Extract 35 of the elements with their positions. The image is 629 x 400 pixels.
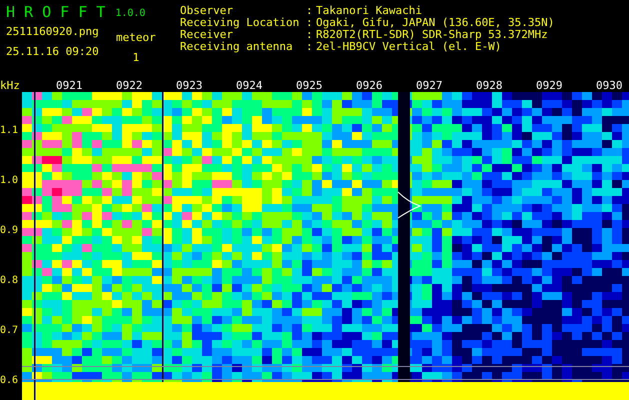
file-name: 2511160920.png [6, 26, 100, 38]
info-value: Ogaki, Gifu, JAPAN (136.60E, 35.35N) [316, 17, 554, 29]
timestamp: 25.11.16 09:20 [6, 46, 100, 58]
app-name: H R O F F T [6, 4, 106, 20]
meteor-count: 1 [132, 52, 140, 64]
app-version: 1.0.0 [115, 8, 146, 20]
time-label: 0924 [236, 80, 264, 92]
frequency-tick-label: 1.0 [0, 175, 18, 187]
info-label: Observer [180, 5, 234, 17]
time-label: 0921 [56, 80, 84, 92]
frequency-tick-label: 0.8 [0, 275, 18, 287]
time-label: 0929 [536, 80, 564, 92]
info-label: Receiving antenna [180, 41, 294, 53]
time-label: 0925 [296, 80, 324, 92]
time-label: 0926 [356, 80, 384, 92]
info-colon: : [306, 17, 314, 29]
time-label: 0927 [416, 80, 444, 92]
time-label: 0922 [116, 80, 144, 92]
info-value: 2el-HB9CV Vertical (el. E-W) [316, 41, 502, 53]
time-label: 0930 [596, 80, 624, 92]
time-label: 0928 [476, 80, 504, 92]
time-label: 0923 [176, 80, 204, 92]
info-value: R820T2(RTL-SDR) SDR-Sharp 53.372MHz [316, 29, 548, 41]
frequency-tick-label: 0.9 [0, 225, 18, 237]
info-label: Receiver [180, 29, 233, 41]
frequency-tick-label: 0.6 [0, 375, 18, 387]
info-colon: : [306, 5, 314, 17]
info-colon: : [306, 29, 314, 41]
count-label: meteor [116, 32, 156, 44]
info-label: Receiving Location [180, 17, 300, 29]
info-colon: : [306, 41, 314, 53]
info-value: Takanori Kawachi [316, 5, 422, 17]
frequency-unit: kHz [0, 80, 20, 92]
frequency-tick-label: 1.1 [0, 125, 18, 137]
frequency-tick-label: 0.7 [0, 325, 18, 337]
